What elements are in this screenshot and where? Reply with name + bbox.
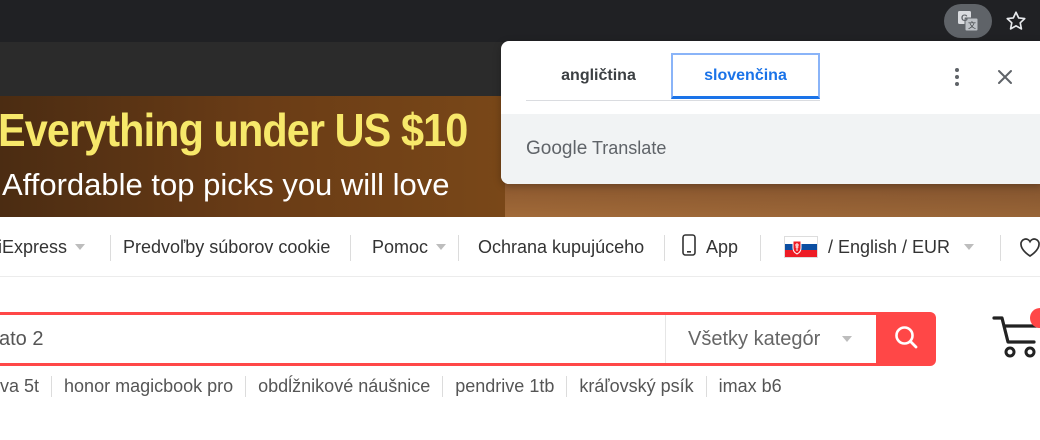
- suggestion-link[interactable]: pendrive 1tb: [442, 375, 566, 397]
- search-button[interactable]: [876, 312, 936, 366]
- suggestion-link[interactable]: obdĺžnikové náušnice: [245, 375, 442, 397]
- nav-divider: [1000, 235, 1001, 261]
- google-translate-icon[interactable]: G 文: [944, 4, 992, 38]
- chevron-down-icon: [436, 244, 447, 250]
- slovakia-flag-icon: [784, 236, 818, 258]
- category-select[interactable]: Všetky kategór: [665, 315, 875, 363]
- nav-divider: [350, 235, 351, 261]
- chevron-down-icon: [75, 244, 86, 250]
- google-translate-brand: Google Translate: [526, 138, 666, 160]
- tab-target-language[interactable]: slovenčina: [671, 53, 820, 99]
- nav-item-language-currency[interactable]: / English / EUR: [784, 217, 975, 277]
- banner-subline: Affordable top picks you will love: [2, 167, 450, 202]
- translate-popup: angličtina slovenčina Google Translate: [501, 41, 1040, 184]
- nav-item-label: Predvoľby súborov cookie: [123, 236, 331, 257]
- svg-text:文: 文: [968, 20, 976, 30]
- suggestion-link[interactable]: imax b6: [705, 375, 794, 397]
- category-select-label: Všetky kategór: [688, 327, 821, 350]
- google-logo-text: Google: [526, 138, 588, 159]
- nav-item-label: Ochrana kupujúceho: [478, 236, 645, 257]
- nav-item-buyer-protection[interactable]: Ochrana kupujúceho: [478, 217, 644, 277]
- browser-toolbar: G 文: [0, 0, 1040, 42]
- tab-label: angličtina: [561, 67, 636, 84]
- search-bar: ato 2 Všetky kategór: [0, 312, 876, 366]
- nav-divider: [110, 235, 111, 261]
- svg-text:G: G: [961, 13, 968, 23]
- banner-headline: Everything under US $10: [0, 104, 468, 156]
- phone-icon: [682, 233, 696, 261]
- nav-item-label: Pomoc: [372, 236, 429, 257]
- more-vert-icon[interactable]: [945, 65, 969, 89]
- suggestion-link[interactable]: kráľovský psík: [566, 375, 705, 397]
- suggestion-link[interactable]: honor magicbook pro: [51, 375, 245, 397]
- nav-divider: [458, 235, 459, 261]
- language-tabs: angličtina slovenčina: [526, 53, 820, 101]
- search-icon: [893, 324, 919, 355]
- search-query-text: ato 2: [0, 327, 44, 350]
- search-input[interactable]: ato 2: [0, 315, 43, 363]
- cart-icon[interactable]: [992, 306, 1040, 368]
- nav-item-label: App: [706, 236, 739, 257]
- nav-item-help[interactable]: Pomoc: [372, 217, 447, 277]
- nav-item-aliexpress[interactable]: iExpress: [0, 217, 86, 277]
- chevron-down-icon: [964, 244, 975, 250]
- translate-popup-footer: Google Translate: [501, 114, 1040, 184]
- tab-source-language[interactable]: angličtina: [526, 53, 671, 99]
- nav-item-label: iExpress: [0, 236, 68, 257]
- nav-item-app[interactable]: App: [682, 217, 738, 277]
- nav-divider: [664, 235, 665, 261]
- star-icon[interactable]: [1000, 6, 1032, 36]
- search-suggestions: va 5t honor magicbook pro obdĺžnikové ná…: [0, 372, 794, 400]
- heart-icon[interactable]: [1018, 217, 1040, 277]
- nav-item-label: / English / EUR: [828, 236, 951, 257]
- top-navigation: iExpress Predvoľby súborov cookie Pomoc …: [0, 217, 1040, 277]
- close-icon[interactable]: [993, 65, 1017, 89]
- suggestion-link[interactable]: va 5t: [0, 376, 51, 397]
- translate-product-text: Translate: [591, 138, 667, 158]
- chevron-down-icon: [842, 336, 853, 342]
- nav-item-cookie-preferences[interactable]: Predvoľby súborov cookie: [123, 217, 330, 277]
- tab-label: slovenčina: [704, 66, 787, 84]
- nav-divider: [760, 235, 761, 261]
